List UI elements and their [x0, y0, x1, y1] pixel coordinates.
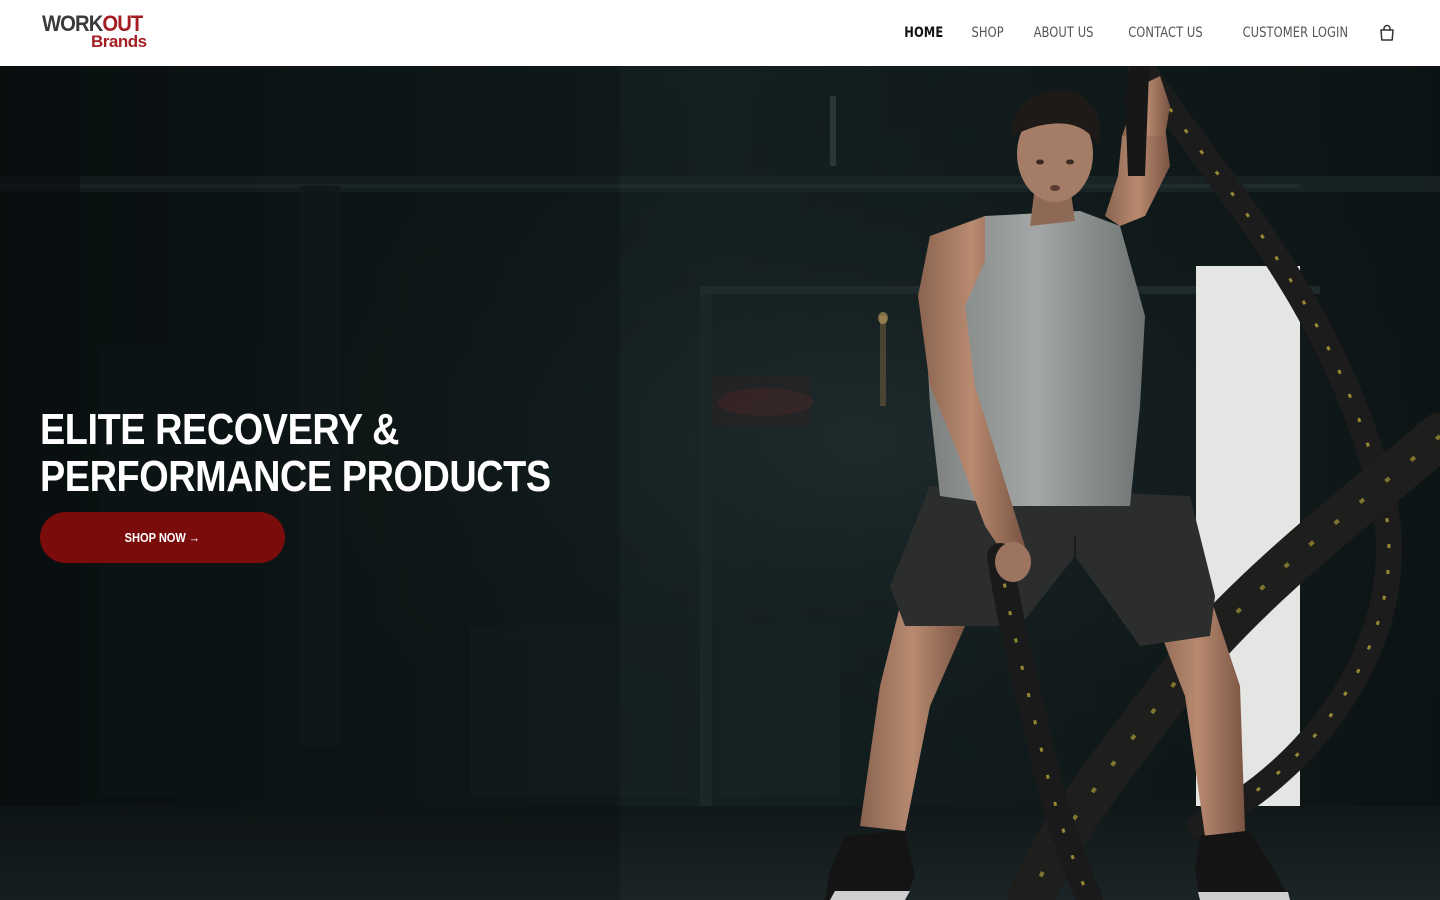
brand-logo[interactable]: WORKOUT Brands [42, 11, 152, 55]
nav-customer-login[interactable]: CUSTOMER LOGIN [1243, 25, 1349, 41]
nav-contact-us[interactable]: CONTACT US [1128, 25, 1203, 41]
nav-about-us[interactable]: ABOUT US [1034, 25, 1094, 41]
shop-now-label: SHOP NOW → [124, 530, 201, 545]
shop-now-button[interactable]: SHOP NOW → [40, 512, 285, 563]
hero-heading-line-2: PERFORMANCE PRODUCTS [40, 452, 551, 501]
logo-wordmark-bottom: Brands [91, 32, 147, 51]
shopping-bag-icon[interactable] [1376, 22, 1398, 44]
hero-heading: ELITE RECOVERY & PERFORMANCE PRODUCTS [40, 406, 551, 500]
main-nav: HOME SHOP ABOUT US CONTACT US CUSTOMER L… [900, 0, 1398, 66]
nav-home[interactable]: HOME [905, 25, 944, 41]
nav-shop[interactable]: SHOP [971, 25, 1003, 41]
hero-heading-line-1: ELITE RECOVERY & [40, 405, 399, 454]
hero-section: ELITE RECOVERY & PERFORMANCE PRODUCTS SH… [0, 66, 1440, 900]
site-header: WORKOUT Brands HOME SHOP ABOUT US CONTAC… [0, 0, 1440, 66]
